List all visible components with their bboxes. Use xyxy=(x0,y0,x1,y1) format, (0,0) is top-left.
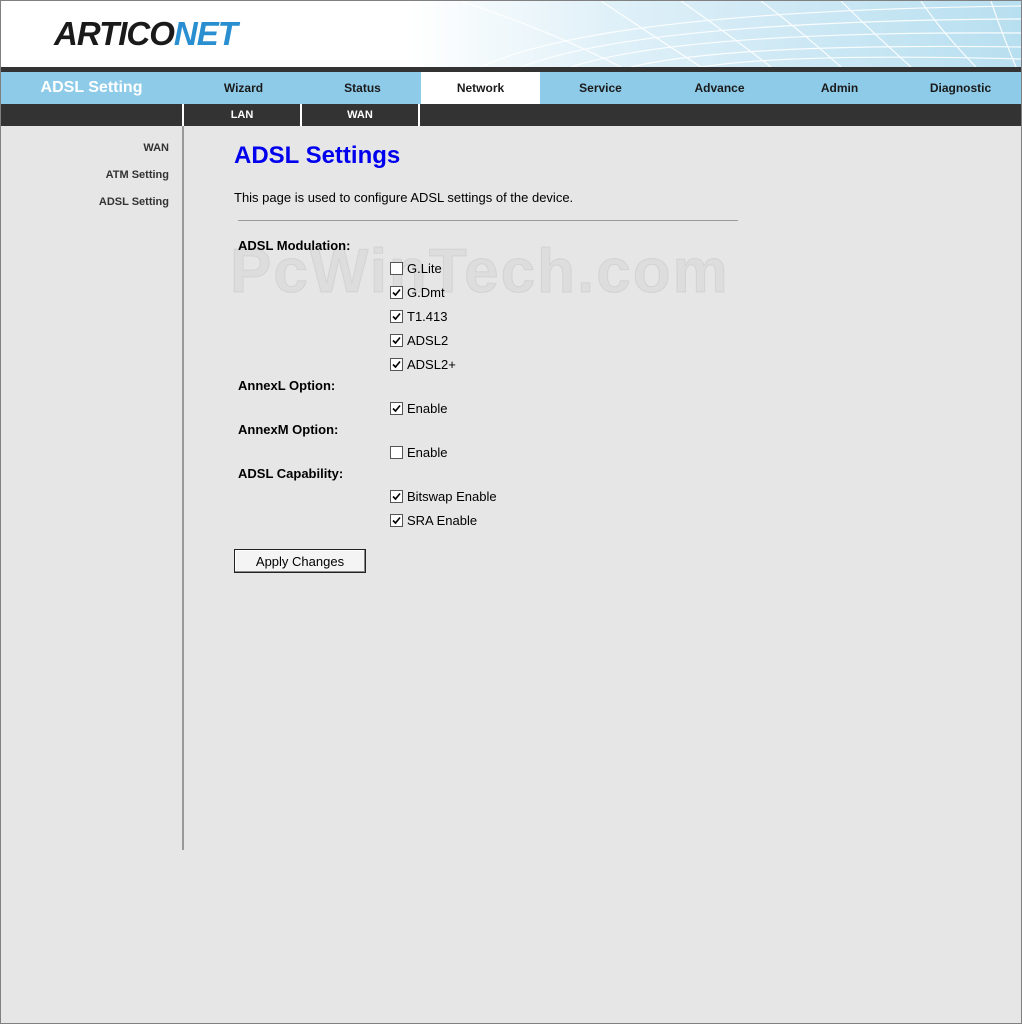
apply-changes-button[interactable]: Apply Changes xyxy=(234,549,366,573)
t1413-checkbox[interactable] xyxy=(390,309,403,323)
bitswap-row[interactable]: Bitswap Enable xyxy=(390,488,497,504)
capability-label: ADSL Capability: xyxy=(238,466,344,481)
page-description: This page is used to configure ADSL sett… xyxy=(234,190,574,205)
subtab-wan[interactable]: WAN xyxy=(300,104,420,126)
sidebar-item-wan[interactable]: WAN xyxy=(143,142,169,154)
tab-service[interactable]: Service xyxy=(541,72,660,104)
glite-checkbox-row[interactable]: G.Lite xyxy=(390,260,442,276)
sra-row[interactable]: SRA Enable xyxy=(390,512,477,528)
checkmark-icon xyxy=(392,360,401,368)
main-nav: ADSL Setting Wizard Status Network Servi… xyxy=(1,72,1021,104)
section-brand-label: ADSL Setting xyxy=(40,79,143,96)
adsl2plus-checkbox[interactable] xyxy=(390,357,403,371)
sidebar-item-atm-setting[interactable]: ATM Setting xyxy=(106,169,169,181)
checkmark-icon xyxy=(392,336,401,344)
checkmark-icon xyxy=(392,404,401,412)
tab-status[interactable]: Status xyxy=(303,72,422,104)
gdmt-label: G.Dmt xyxy=(407,284,445,300)
articonet-logo: ARTICONET xyxy=(54,15,238,53)
adsl2plus-label: ADSL2+ xyxy=(407,356,456,372)
modulation-label: ADSL Modulation: xyxy=(238,238,351,253)
annexl-enable-checkbox[interactable] xyxy=(390,401,403,415)
sra-checkbox[interactable] xyxy=(390,513,403,527)
sidebar-item-adsl-setting[interactable]: ADSL Setting xyxy=(99,196,169,208)
checkmark-icon xyxy=(392,312,401,320)
logo-text-part1: ARTICO xyxy=(54,15,175,52)
sra-label: SRA Enable xyxy=(407,512,478,528)
tab-diagnostic[interactable]: Diagnostic xyxy=(901,72,1020,104)
annexm-enable-row[interactable]: Enable xyxy=(390,444,447,460)
glite-checkbox[interactable] xyxy=(390,261,403,275)
page-title: ADSL Settings xyxy=(234,142,401,169)
globe-mesh-graphic xyxy=(460,1,1021,67)
bitswap-label: Bitswap Enable xyxy=(407,488,497,504)
bitswap-checkbox[interactable] xyxy=(390,489,403,503)
tab-network[interactable]: Network xyxy=(421,72,540,104)
tab-wizard[interactable]: Wizard xyxy=(184,72,303,104)
checkmark-icon xyxy=(392,288,401,296)
t1413-checkbox-row[interactable]: T1.413 xyxy=(390,308,447,324)
glite-label: G.Lite xyxy=(407,260,442,276)
logo-text-part2: NET xyxy=(173,15,238,52)
annexl-label: AnnexL Option: xyxy=(238,378,336,393)
adsl2plus-checkbox-row[interactable]: ADSL2+ xyxy=(390,356,456,372)
header-banner: ARTICONET xyxy=(1,1,1021,67)
gdmt-checkbox-row[interactable]: G.Dmt xyxy=(390,284,445,300)
annexm-enable-checkbox[interactable] xyxy=(390,445,403,459)
tab-admin[interactable]: Admin xyxy=(780,72,899,104)
gdmt-checkbox[interactable] xyxy=(390,285,403,299)
annexl-enable-label: Enable xyxy=(407,400,448,416)
annexl-enable-row[interactable]: Enable xyxy=(390,400,447,416)
annexm-label: AnnexM Option: xyxy=(238,422,339,437)
horizontal-rule xyxy=(238,220,738,221)
adsl2-checkbox-row[interactable]: ADSL2 xyxy=(390,332,448,348)
tab-advance[interactable]: Advance xyxy=(660,72,779,104)
sub-nav: LAN WAN xyxy=(1,104,1021,126)
adsl2-label: ADSL2 xyxy=(407,332,449,348)
annexm-enable-label: Enable xyxy=(407,444,448,460)
checkmark-icon xyxy=(392,492,401,500)
checkmark-icon xyxy=(392,516,401,524)
subtab-lan[interactable]: LAN xyxy=(182,104,300,126)
adsl2-checkbox[interactable] xyxy=(390,333,403,347)
sidebar-divider xyxy=(182,126,184,850)
t1413-label: T1.413 xyxy=(407,308,448,324)
